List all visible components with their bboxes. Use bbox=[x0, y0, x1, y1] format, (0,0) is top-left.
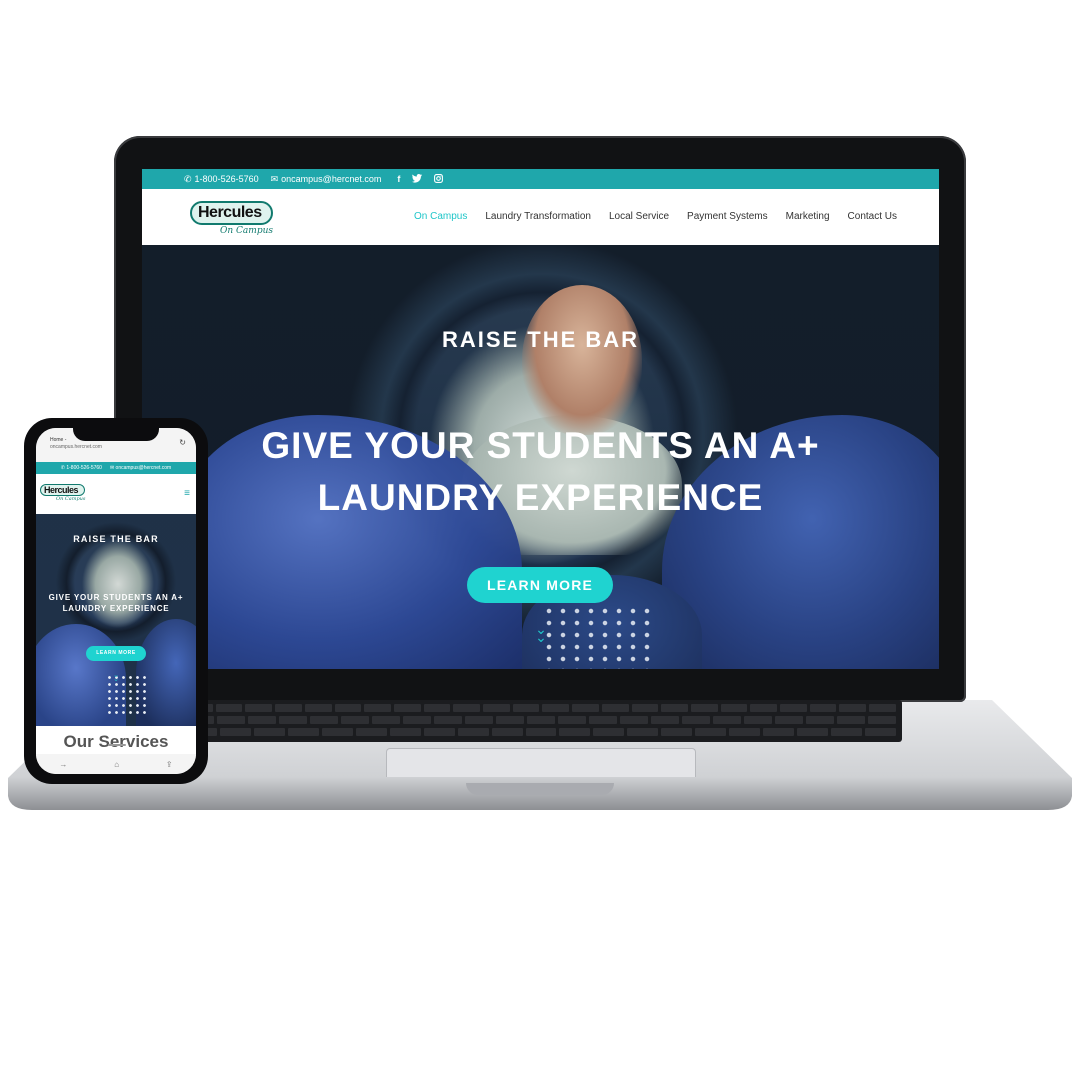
mobile-browser-toolbar: → ⌂ ⇪ bbox=[36, 754, 196, 774]
hero-title: GIVE YOUR STUDENTS AN A+ LAUNDRY EXPERIE… bbox=[142, 420, 939, 524]
phone-icon: ✆ bbox=[184, 173, 192, 184]
laptop-notch bbox=[466, 783, 614, 795]
topbar-email[interactable]: ✉ oncampus@hercnet.com bbox=[271, 174, 382, 185]
topbar: ✆ 1-800-526-5760 ✉ oncampus@hercnet.com … bbox=[142, 169, 939, 189]
topbar-email-text: oncampus@hercnet.com bbox=[281, 174, 382, 184]
nav-marketing[interactable]: Marketing bbox=[786, 211, 830, 222]
hero-section: RAISE THE BAR GIVE YOUR STUDENTS AN A+ L… bbox=[142, 245, 939, 669]
topbar-phone[interactable]: ✆ 1-800-526-5760 bbox=[184, 174, 259, 185]
topbar-phone-text: 1-800-526-5760 bbox=[194, 174, 259, 184]
reload-icon[interactable]: ↻ bbox=[179, 438, 186, 447]
hero-title-line2: LAUNDRY EXPERIENCE bbox=[317, 477, 764, 518]
mobile-logo-subtitle: On Campus bbox=[56, 496, 86, 502]
hercules-logo[interactable]: Hercules On Campus bbox=[190, 201, 273, 236]
share-icon[interactable]: ⇪ bbox=[166, 760, 173, 769]
mobile-website: Home - oncampus.hercnet.com ↻ ✆ 1-800-52… bbox=[36, 428, 196, 774]
trackpad bbox=[386, 748, 696, 777]
logo-subtitle: On Campus bbox=[220, 226, 273, 236]
social-links: f bbox=[397, 173, 444, 185]
mobile-hero-title: GIVE YOUR STUDENTS AN A+ LAUNDRY EXPERIE… bbox=[36, 592, 196, 614]
scroll-down-icon[interactable]: ⌄ ⌄ bbox=[531, 622, 551, 644]
twitter-icon[interactable] bbox=[412, 173, 423, 185]
keyboard bbox=[180, 700, 902, 742]
instagram-icon[interactable] bbox=[434, 173, 444, 185]
phone-notch bbox=[73, 425, 159, 441]
mobile-hero-subtitle: RAISE THE BAR bbox=[73, 534, 159, 544]
hamburger-menu-icon[interactable]: ≡ bbox=[184, 488, 190, 499]
site-header: Hercules On Campus On Campus Laundry Tra… bbox=[142, 189, 939, 245]
mobile-page-title: Home - bbox=[50, 437, 67, 443]
hero-subtitle: RAISE THE BAR bbox=[441, 327, 640, 352]
learn-more-button[interactable]: LEARN MORE bbox=[467, 567, 613, 603]
nav-payment-systems[interactable]: Payment Systems bbox=[687, 211, 768, 222]
mobile-hero: RAISE THE BAR GIVE YOUR STUDENTS AN A+ L… bbox=[36, 514, 196, 726]
hero-photo-polka-dots bbox=[542, 605, 652, 669]
nav-local-service[interactable]: Local Service bbox=[609, 211, 669, 222]
mobile-topbar-email[interactable]: ✉ oncampus@hercnet.com bbox=[110, 465, 171, 471]
hero-title-line1: GIVE YOUR STUDENTS AN A+ bbox=[261, 425, 820, 466]
mobile-hercules-logo[interactable]: Hercules On Campus bbox=[40, 484, 86, 502]
mobile-topbar: ✆ 1-800-526-5760 ✉ oncampus@hercnet.com bbox=[36, 462, 196, 474]
facebook-icon[interactable]: f bbox=[397, 174, 400, 185]
main-nav: On Campus Laundry Transformation Local S… bbox=[414, 211, 897, 222]
mobile-hero-title-line2: LAUNDRY EXPERIENCE bbox=[62, 604, 170, 613]
mobile-scroll-down-icon[interactable]: ⌄ ⌄ bbox=[111, 672, 121, 683]
mail-icon: ✉ bbox=[270, 173, 279, 184]
hero-photo-face bbox=[522, 285, 642, 435]
mobile-topbar-email-text: oncampus@hercnet.com bbox=[115, 465, 172, 471]
mobile-header: Hercules On Campus ≡ bbox=[36, 474, 196, 514]
home-icon[interactable]: ⌂ bbox=[114, 760, 119, 769]
forward-icon[interactable]: → bbox=[59, 760, 67, 769]
mobile-topbar-phone[interactable]: ✆ 1-800-526-5760 bbox=[61, 465, 102, 471]
mobile-hero-title-line1: GIVE YOUR STUDENTS AN A+ bbox=[48, 593, 184, 602]
logo-brand: Hercules bbox=[190, 201, 273, 225]
nav-laundry-transformation[interactable]: Laundry Transformation bbox=[485, 211, 591, 222]
mobile-topbar-phone-text: 1-800-526-5760 bbox=[66, 465, 102, 471]
our-services-heading: Our Services bbox=[36, 726, 196, 756]
desktop-website: ✆ 1-800-526-5760 ✉ oncampus@hercnet.com … bbox=[142, 169, 939, 669]
phone-speaker bbox=[108, 744, 126, 746]
mobile-logo-brand: Hercules bbox=[40, 484, 86, 496]
mobile-url: oncampus.hercnet.com bbox=[50, 444, 102, 450]
nav-contact-us[interactable]: Contact Us bbox=[848, 211, 897, 222]
nav-on-campus[interactable]: On Campus bbox=[414, 211, 467, 222]
mobile-learn-more-button[interactable]: LEARN MORE bbox=[86, 646, 146, 661]
